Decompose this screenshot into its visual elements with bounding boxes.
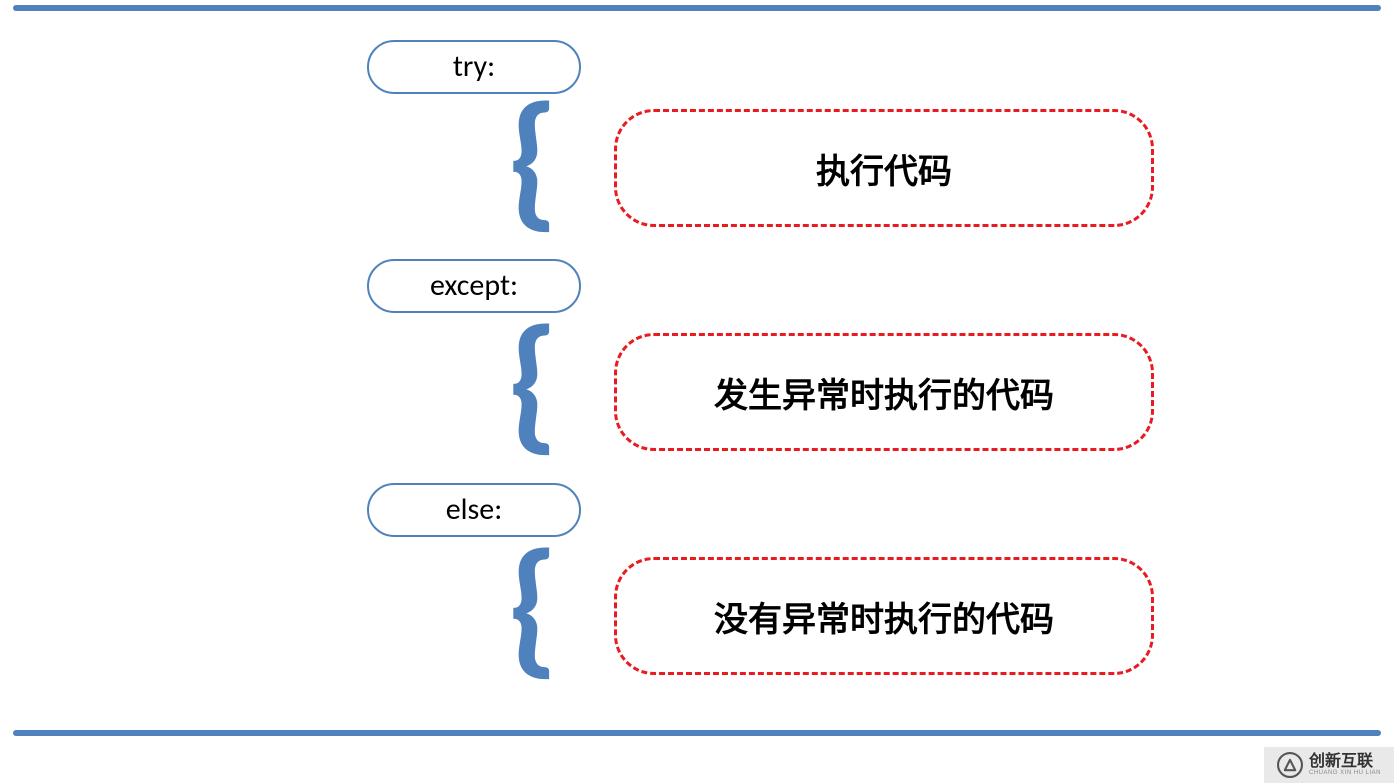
bottom-rule	[13, 730, 1381, 736]
desc-try-label: 执行代码	[816, 144, 952, 193]
top-rule	[13, 5, 1381, 11]
brace-except-icon: {	[507, 308, 559, 458]
brace-else-icon: {	[507, 532, 559, 682]
keyword-except-label: except:	[430, 271, 518, 301]
desc-else-label: 没有异常时执行的代码	[714, 592, 1054, 641]
desc-except-box: 发生异常时执行的代码	[614, 333, 1154, 451]
watermark: 创新互联 CHUANG XIN HU LIAN	[1264, 747, 1394, 783]
desc-try-box: 执行代码	[614, 109, 1154, 227]
brace-try-icon: {	[507, 85, 559, 235]
watermark-text: 创新互联 CHUANG XIN HU LIAN	[1309, 754, 1381, 776]
desc-else-box: 没有异常时执行的代码	[614, 557, 1154, 675]
desc-except-label: 发生异常时执行的代码	[714, 368, 1054, 417]
keyword-else-label: else:	[446, 495, 503, 525]
watermark-sub-label: CHUANG XIN HU LIAN	[1309, 770, 1381, 776]
watermark-logo-icon	[1277, 752, 1303, 778]
keyword-try-label: try:	[453, 52, 495, 82]
watermark-main-label: 创新互联	[1309, 754, 1381, 770]
